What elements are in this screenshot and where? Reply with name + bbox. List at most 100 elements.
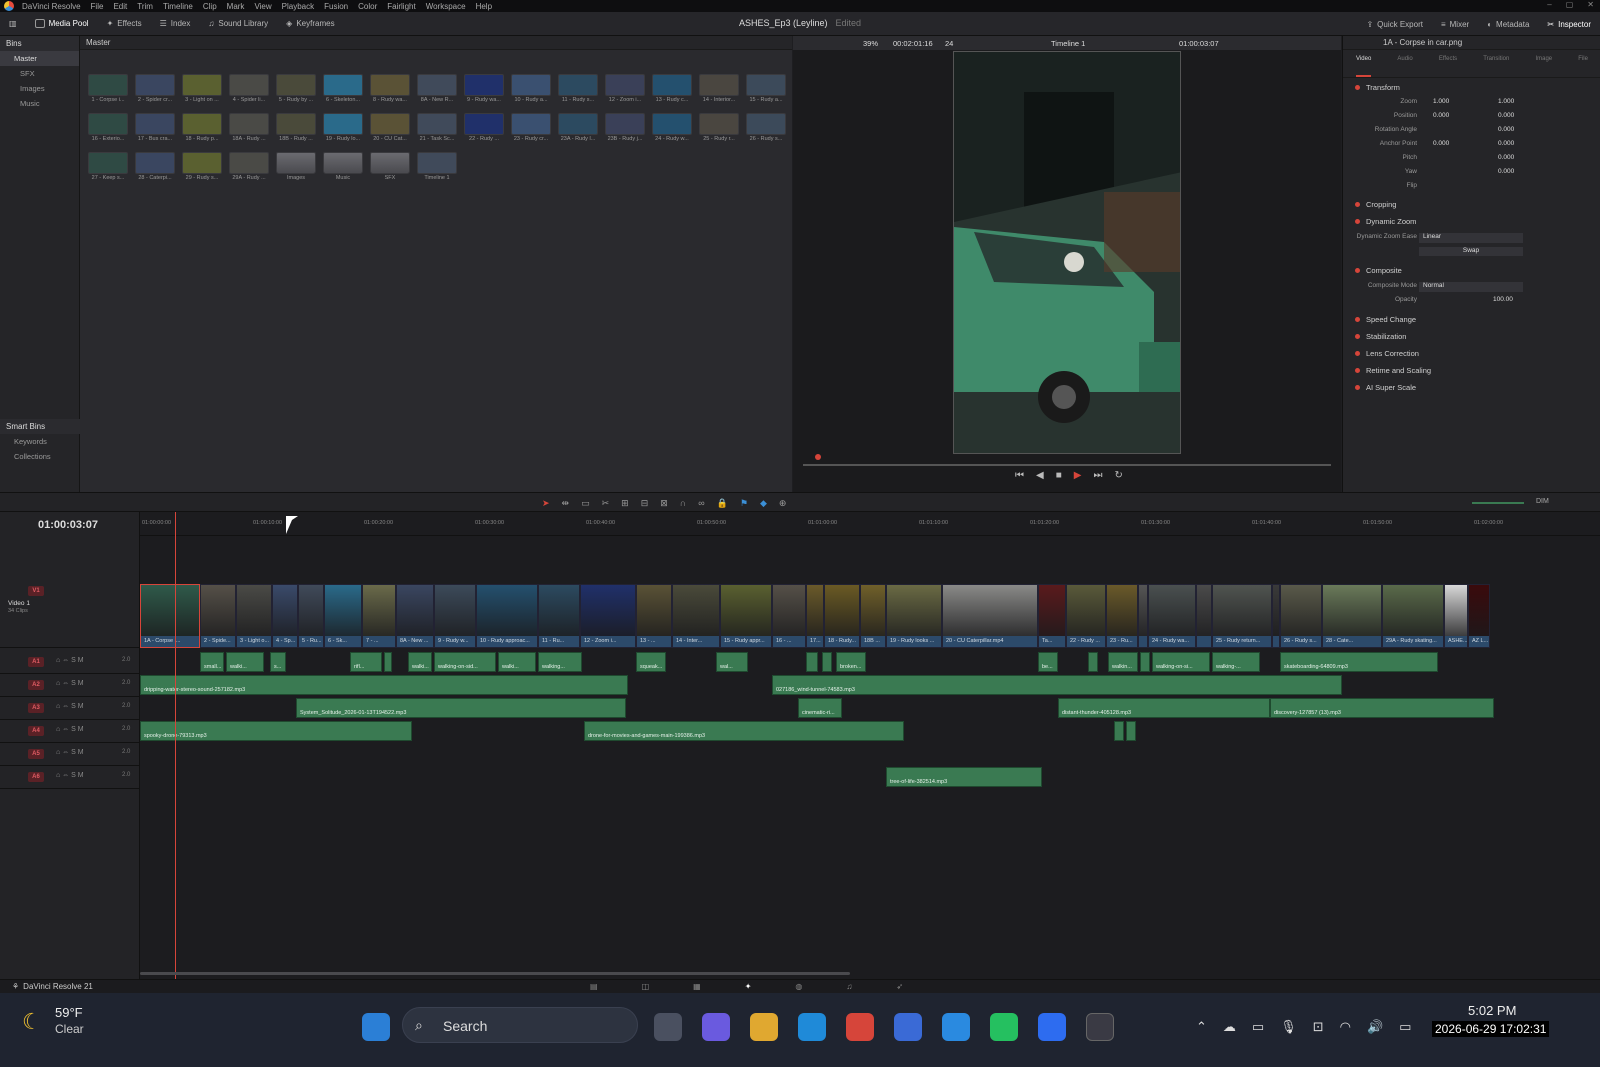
index-button[interactable]: ☰ Index — [151, 12, 200, 36]
audio-clip[interactable]: tree-of-life-382514.mp3 — [886, 767, 1042, 787]
pool-clip[interactable]: 22 - Rudy ... — [464, 113, 504, 142]
audio-clip[interactable]: rifl... — [350, 652, 382, 672]
audio-clip[interactable]: skateboarding-64809.mp3 — [1280, 652, 1438, 672]
marker-icon[interactable]: ◆ — [760, 498, 767, 509]
pool-clip[interactable]: 27 - Keep s... — [88, 152, 128, 181]
audio-clip[interactable]: be... — [1038, 652, 1058, 672]
smart-bin-collections[interactable]: Collections — [0, 449, 80, 464]
insert-clip-icon[interactable]: ⊞ — [621, 498, 629, 509]
section-composite[interactable]: Composite — [1343, 266, 1600, 275]
menu-view[interactable]: View — [249, 2, 276, 11]
menu-clip[interactable]: Clip — [198, 2, 222, 11]
track-badge[interactable]: A3 — [28, 703, 44, 713]
audio-clip[interactable]: walking... — [538, 652, 582, 672]
inspector-section[interactable]: Stabilization — [1343, 332, 1600, 341]
scrubber-head[interactable] — [815, 454, 821, 460]
video-clip[interactable]: 17... — [806, 584, 824, 648]
screen-icon[interactable]: ⊡ — [1313, 1019, 1324, 1035]
audio-clip[interactable]: walki... — [408, 652, 432, 672]
battery-icon[interactable]: ▭ — [1399, 1019, 1411, 1035]
weather-temp[interactable]: 59°F — [55, 1005, 83, 1020]
transform-x-value[interactable]: 1.000 — [1433, 98, 1449, 105]
scrubber-track[interactable] — [803, 464, 1331, 466]
file-explorer-icon[interactable] — [750, 1013, 778, 1041]
step-back-icon[interactable]: ◀ — [1036, 470, 1044, 481]
menu-fairlight[interactable]: Fairlight — [382, 2, 420, 11]
bin-music[interactable]: Music — [0, 96, 79, 111]
keyframes-button[interactable]: ◈ Keyframes — [277, 12, 343, 36]
pool-clip[interactable]: 11 - Rudy s... — [558, 74, 598, 103]
panel-toggle-icon[interactable]: ▥ — [0, 12, 26, 36]
enable-dot[interactable] — [1355, 334, 1360, 339]
pool-clip[interactable]: 18A - Rudy ... — [229, 113, 269, 142]
link-icon[interactable]: ∞ — [698, 498, 704, 509]
play-icon[interactable]: ▶ — [1074, 470, 1082, 481]
minimize-icon[interactable]: – — [1547, 0, 1551, 9]
davinci-resolve-taskbar-icon[interactable] — [1086, 1013, 1114, 1041]
pool-clip[interactable]: 18 - Rudy p... — [182, 113, 222, 142]
edge-icon[interactable] — [798, 1013, 826, 1041]
video-clip[interactable]: 16 - ... — [772, 584, 806, 648]
trim-tool-icon[interactable]: ⇹ — [562, 498, 570, 509]
whatsapp-icon[interactable] — [990, 1013, 1018, 1041]
track-badge[interactable]: A6 — [28, 772, 44, 782]
video-clip[interactable]: 7 - ... — [362, 584, 396, 648]
pool-clip[interactable]: 13 - Rudy c... — [652, 74, 692, 103]
smart-bin-keywords[interactable]: Keywords — [0, 434, 80, 449]
video-clip[interactable]: 20 - CU Caterpillar.mp4 — [942, 584, 1038, 648]
video-clip[interactable]: ASHE... — [1444, 584, 1468, 648]
app-icon[interactable] — [942, 1013, 970, 1041]
pool-clip[interactable]: 15 - Rudy a... — [746, 74, 786, 103]
pool-clip[interactable]: 5 - Rudy by ... — [276, 74, 316, 103]
pool-clip[interactable]: 10 - Rudy a... — [511, 74, 551, 103]
loop-icon[interactable]: ↻ — [1114, 470, 1122, 481]
audio-clip[interactable] — [1140, 652, 1150, 672]
mic-icon[interactable]: 🎙 — [1280, 1019, 1297, 1035]
snapping-icon[interactable]: ∩ — [680, 498, 686, 509]
pool-clip[interactable]: 23A - Rudy l... — [558, 113, 598, 142]
pool-clip[interactable]: 1 - Corpse i... — [88, 74, 128, 103]
zoom-full-icon[interactable]: ⊕ — [779, 498, 787, 509]
audio-clip[interactable]: System_Solitude_2026-01-13T194522.mp3 — [296, 698, 626, 718]
enable-dot[interactable] — [1355, 268, 1360, 273]
onedrive-icon[interactable]: ☁ — [1223, 1019, 1236, 1035]
audio-clip[interactable]: discovery-127857 (13).mp3 — [1270, 698, 1494, 718]
video-clip[interactable]: 18 - Rudy... — [824, 584, 860, 648]
video-clip[interactable]: 24 - Rudy wa... — [1148, 584, 1196, 648]
pool-clip[interactable]: 8 - Rudy wa... — [370, 74, 410, 103]
chevron-up-icon[interactable]: ⌃ — [1196, 1019, 1207, 1035]
inspector-section[interactable]: Lens Correction — [1343, 349, 1600, 358]
track-controls-icon[interactable]: ⌂ ⇔ S M — [56, 657, 84, 664]
enable-dot[interactable] — [1355, 385, 1360, 390]
pool-clip[interactable]: 23B - Rudy j... — [605, 113, 645, 142]
tab-audio[interactable]: Audio — [1397, 56, 1412, 77]
transform-x-value[interactable]: 0.000 — [1433, 112, 1449, 119]
taskbar-search[interactable]: ⌕ Search — [402, 1007, 638, 1043]
lock-icon[interactable]: 🔒 — [717, 498, 728, 509]
tab-effects[interactable]: Effects — [1439, 56, 1457, 77]
pool-timeline[interactable]: Timeline 1 — [417, 152, 457, 181]
selection-tool-icon[interactable]: ➤ — [542, 498, 550, 509]
video-clip[interactable]: 25 - Rudy return... — [1212, 584, 1272, 648]
audio-clip[interactable] — [1088, 652, 1098, 672]
tab-transition[interactable]: Transition — [1483, 56, 1509, 77]
menu-edit[interactable]: Edit — [108, 2, 132, 11]
go-end-icon[interactable]: ⏭ — [1093, 470, 1102, 481]
video-clip[interactable]: 1A - Corpse i... — [140, 584, 200, 648]
video-clip[interactable]: 6 - Sk... — [324, 584, 362, 648]
close-icon[interactable]: ✕ — [1587, 0, 1594, 9]
video-clip[interactable]: 9 - Rudy w... — [434, 584, 476, 648]
menu-file[interactable]: File — [86, 2, 109, 11]
enable-dot[interactable] — [1355, 202, 1360, 207]
overwrite-clip-icon[interactable]: ⊟ — [641, 498, 649, 509]
audio-clip[interactable]: 027186_wind-tunnel-74583.mp3 — [772, 675, 1342, 695]
pool-clip[interactable]: 21 - Task Sc... — [417, 113, 457, 142]
video-clip[interactable]: 4 - Sp... — [272, 584, 298, 648]
pool-clip[interactable]: 23 - Rudy cr... — [511, 113, 551, 142]
menu-workspace[interactable]: Workspace — [421, 2, 471, 11]
go-start-icon[interactable]: ⏮ — [1015, 470, 1024, 481]
inspector-section[interactable]: Speed Change — [1343, 315, 1600, 324]
playhead[interactable] — [175, 512, 176, 979]
video-clip[interactable]: Ta... — [1038, 584, 1066, 648]
metadata-button[interactable]: ◐ Metadata — [1478, 12, 1538, 36]
